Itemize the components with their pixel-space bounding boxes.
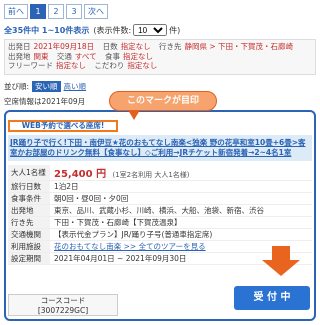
conditions-line-1: 出発日 2021年09月18日 日数 指定なし 行き先 静岡県 > 下田・下賀茂・石廊… xyxy=(8,42,294,51)
course-code-box: コースコード [3007229GC] xyxy=(8,294,118,316)
callout-bubble: このマークが目印 xyxy=(109,91,217,120)
price-note: (1室2名利用 大人1名様) xyxy=(112,171,190,179)
display-count-suffix: 件) xyxy=(169,25,181,35)
conditions-line-2: 出発地 関東 交通 すべて 食事 指定なし xyxy=(8,51,153,61)
course-code-value: [3007229GC] xyxy=(37,305,89,315)
detail-row-meals: 食事条件 朝0回・昼0回・夕0回 xyxy=(8,193,312,205)
search-conditions: 出発日 2021年09月18日 日数 指定なし 行き先 静岡県 > 下田・下賀茂・石廊… xyxy=(4,39,316,75)
course-code-label: コースコード xyxy=(40,296,86,305)
web-seat-tag: WEB予約で選べる座席! xyxy=(8,120,118,132)
prev-page-button[interactable]: 前へ xyxy=(4,4,28,19)
display-count-prefix: (表示件数: xyxy=(93,25,132,35)
accept-button[interactable]: 受 付 中 xyxy=(234,286,310,310)
sort-cheap-button[interactable]: 安い順 xyxy=(32,80,61,92)
sort-label: 並び順: xyxy=(4,81,30,91)
page-button-2[interactable]: 2 xyxy=(48,4,64,19)
page-button-1[interactable]: 1 xyxy=(30,4,46,19)
detail-row-departure: 出発地 東京、品川、武蔵小杉、川崎、横浜、大船、池袋、新宿、渋谷 xyxy=(8,205,312,217)
vacancy-info: 空席情報は2021年09月 xyxy=(4,97,86,106)
detail-row-destination: 行き先 下田・下賀茂・石廊崎【下賀茂温泉】 xyxy=(8,217,312,229)
price-label: 大人1名様 xyxy=(8,165,50,180)
conditions-line-3: フリーワード 指定なし こだわり 指定なし xyxy=(8,61,158,70)
result-count: 全35件中 1~10件表示 xyxy=(4,25,90,35)
price-row: 大人1名様 25,400 円 (1室2名利用 大人1名様) xyxy=(8,165,312,181)
page-button-3[interactable]: 3 xyxy=(66,4,82,19)
detail-row-transport: 交通機関 【表示代金プラン】JR/踊り子号(普通車指定席) xyxy=(8,229,312,241)
sort-row: 並び順: 安い順 高い順 xyxy=(4,80,86,92)
tour-title-link[interactable]: JR踊り子で行く!下田・南伊豆★花のおもてなし南楽<独楽 野の花亭和室10畳+6… xyxy=(8,135,312,161)
next-page-button[interactable]: 次へ xyxy=(84,4,108,19)
result-count-row: 全35件中 1~10件表示 (表示件数: 10 件) xyxy=(4,24,180,36)
detail-row-days: 旅行日数 1泊2日 xyxy=(8,181,312,193)
pagination: 前へ 1 2 3 次へ xyxy=(4,4,108,20)
sort-expensive-link[interactable]: 高い順 xyxy=(64,81,87,92)
price-value: 25,400 円 xyxy=(54,169,107,180)
down-arrow-icon xyxy=(262,246,300,278)
display-count-select[interactable]: 10 xyxy=(133,24,168,36)
